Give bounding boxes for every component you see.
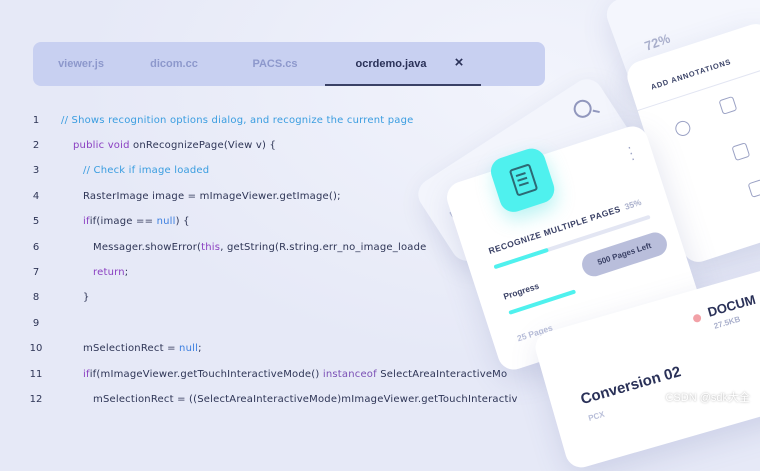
tab-dicom-cc[interactable]: dicom.cc [129, 42, 219, 86]
tab-viewer-js[interactable]: viewer.js [35, 42, 127, 86]
editor-tab-bar: viewer.js dicom.cc PACS.cs ocrdemo.java … [33, 42, 545, 86]
line-number: 8 [32, 292, 40, 303]
status-dot [692, 313, 703, 324]
tab-ocrdemo-java[interactable]: ocrdemo.java [341, 42, 441, 86]
code-text: // Check if image loaded [83, 165, 210, 176]
code-line: 9 [0, 318, 560, 338]
save-icon[interactable] [747, 178, 760, 198]
code-text: Messager.showError(this, getString(R.str… [93, 242, 427, 253]
line-number: 11 [29, 369, 43, 380]
code-text: mSelectionRect = ((SelectAreaInteractive… [93, 394, 518, 405]
line-number: 9 [32, 318, 40, 329]
code-text: mSelectionRect = null; [83, 343, 202, 354]
code-line: 11 ifif(mImageViewer.getTouchInteractive… [0, 369, 560, 389]
code-text: // Shows recognition options dialog, and… [61, 115, 414, 126]
search-icon[interactable] [570, 96, 596, 122]
code-line: 8 } [0, 292, 560, 312]
tab-pacs-cs[interactable]: PACS.cs [229, 42, 321, 86]
code-line: 1 // Shows recognition options dialog, a… [0, 115, 560, 135]
line-number: 3 [32, 165, 40, 176]
line-number: 10 [29, 343, 43, 354]
note-icon[interactable] [718, 95, 738, 115]
recognize-percent: 35% [623, 196, 643, 212]
line-number: 12 [29, 394, 43, 405]
close-tab-icon[interactable]: × [450, 54, 468, 72]
code-text: public void onRecognizePage(View v) { [73, 140, 277, 151]
line-number: 4 [32, 191, 40, 202]
code-text: } [83, 292, 90, 303]
line-number: 7 [32, 267, 40, 278]
code-text: RasterImage image = mImageViewer.getImag… [83, 191, 341, 202]
gear-icon[interactable] [673, 118, 693, 138]
code-line: 12 mSelectionRect = ((SelectAreaInteract… [0, 394, 560, 414]
conversion-format: PCX [587, 409, 606, 423]
code-text: ifif(mImageViewer.getTouchInteractiveMod… [83, 369, 508, 380]
line-number: 5 [32, 216, 40, 227]
watermark: CSDN @sdk大全 [665, 392, 750, 404]
annotations-title: ADD ANNOTATIONS [649, 57, 733, 92]
line-number: 2 [32, 140, 40, 151]
percent-value: 72% [642, 30, 673, 54]
code-text: ifif(image == null) { [83, 216, 190, 227]
image-icon[interactable] [731, 142, 751, 162]
line-number: 1 [32, 115, 40, 126]
code-text: return; [93, 267, 129, 278]
code-line: 10 mSelectionRect = null; [0, 343, 560, 363]
more-icon[interactable]: · · · [624, 138, 637, 166]
line-number: 6 [32, 242, 40, 253]
active-tab-indicator [325, 84, 481, 86]
progress-label: Progress [502, 280, 541, 302]
